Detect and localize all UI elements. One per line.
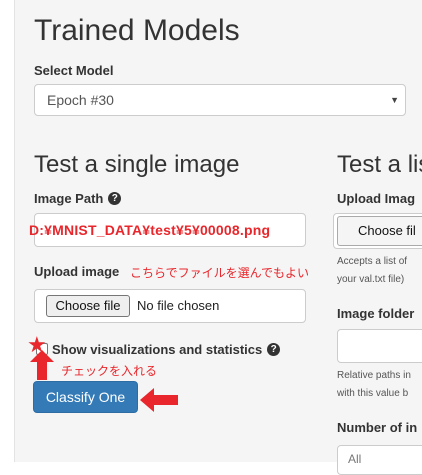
dropdown-caret-icon: ▼ [390, 95, 399, 105]
accepts-help-line-1: Accepts a list of [337, 256, 408, 267]
image-list-heading: Test a lis [337, 151, 422, 178]
help-icon[interactable]: ? [267, 343, 281, 356]
accepts-help-line-2: your val.txt file) [337, 274, 405, 285]
check-note-annotation: チェックを入れる [61, 364, 158, 378]
number-of-images-label: Number of in [337, 420, 418, 435]
up-arrow-annotation-icon [30, 350, 54, 380]
image-path-label-text: Image Path [34, 191, 104, 206]
image-folder-input[interactable] [337, 329, 422, 363]
upload-image-label: Upload image [34, 264, 120, 279]
choose-list-file-button[interactable]: Choose fil [337, 216, 422, 246]
accepts-help-text: Accepts a list of your val.txt file) [337, 253, 422, 289]
relative-help-line-2: with this value b [337, 388, 409, 399]
relative-help-line-1: Relative paths in [337, 370, 411, 381]
show-visualizations-text: Show visualizations and statistics [52, 342, 263, 357]
choose-file-button[interactable]: Choose file [46, 295, 130, 317]
number-of-images-input[interactable]: All [337, 445, 422, 475]
left-arrow-annotation-icon [140, 388, 178, 412]
help-icon[interactable]: ? [108, 192, 122, 205]
relative-paths-help-text: Relative paths in with this value b [337, 367, 411, 403]
no-file-chosen-text: No file chosen [137, 298, 220, 313]
model-select-value: Epoch #30 [47, 92, 114, 108]
select-model-label: Select Model [34, 63, 114, 78]
image-path-annotation: D:¥MNIST_DATA¥test¥5¥00008.png [29, 222, 271, 238]
single-image-heading: Test a single image [34, 151, 240, 178]
model-select[interactable]: Epoch #30 ▼ [34, 84, 406, 116]
show-visualizations-label: Show visualizations and statistics ? [52, 342, 281, 357]
image-folder-label: Image folder [337, 306, 415, 321]
classify-one-button[interactable]: Classify One [33, 381, 138, 413]
image-path-label: Image Path ? [34, 191, 122, 206]
upload-image-list-label: Upload Imag [337, 191, 416, 206]
upload-note-annotation: こちらでファイルを選んでもよい [130, 266, 310, 280]
page-title: Trained Models [34, 14, 240, 47]
